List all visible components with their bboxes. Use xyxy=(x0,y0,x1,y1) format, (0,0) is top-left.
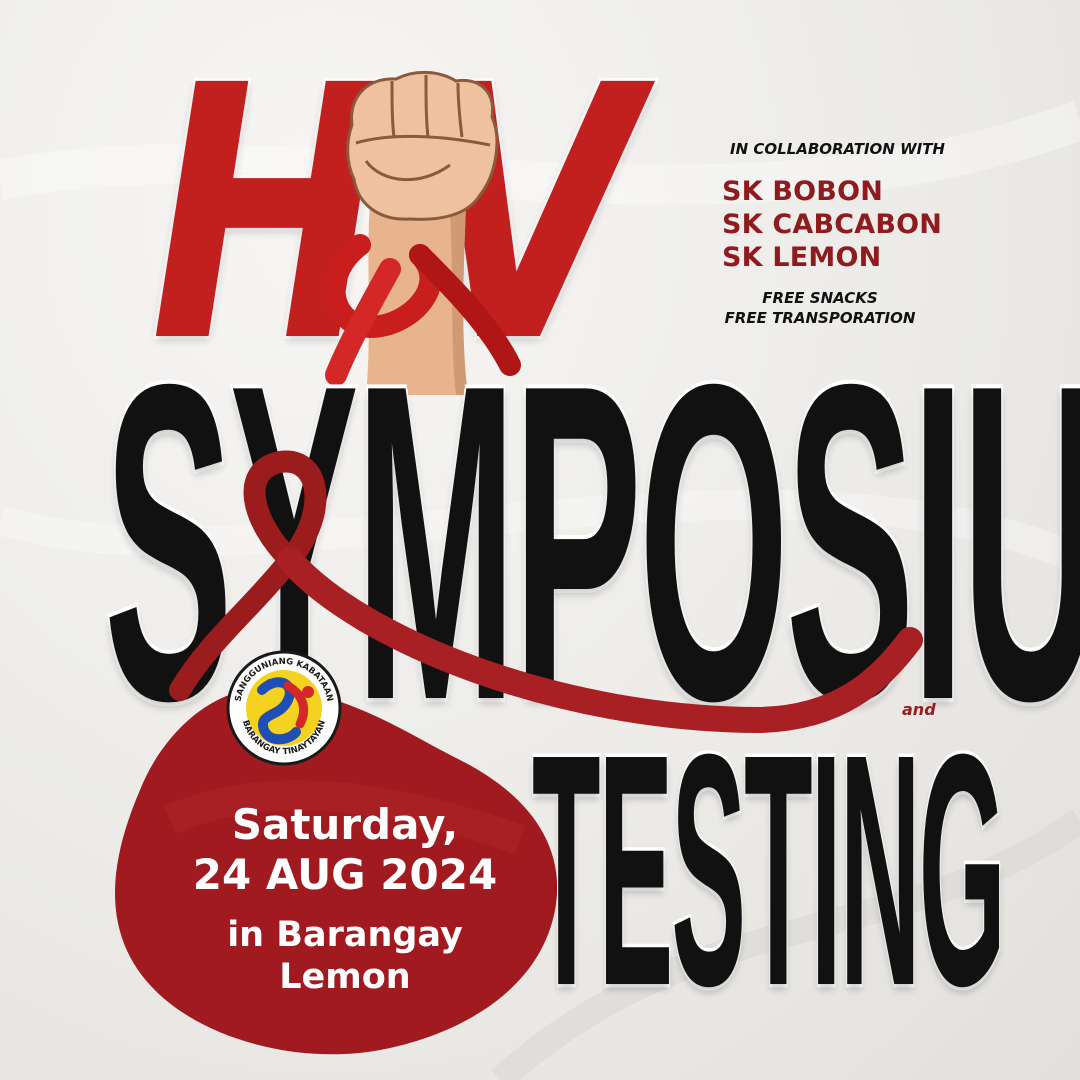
event-venue: in Barangay Lemon xyxy=(150,914,540,998)
sk-seal-icon: SANGGUNIANG KABATAAN BARANGAY TINAYTAYAN xyxy=(226,650,342,766)
title-testing: TESTING xyxy=(531,685,1007,1054)
event-details: Saturday, 24 AUG 2024 in Barangay Lemon xyxy=(150,800,540,998)
event-day: Saturday, xyxy=(231,800,459,849)
venue-line-1: in Barangay xyxy=(227,915,463,955)
event-date: 24 AUG 2024 xyxy=(192,850,498,899)
event-poster: H V IN COLLABORATION WITH SK BOBON SK CA… xyxy=(0,0,1080,1080)
venue-line-2: Lemon xyxy=(279,957,411,997)
